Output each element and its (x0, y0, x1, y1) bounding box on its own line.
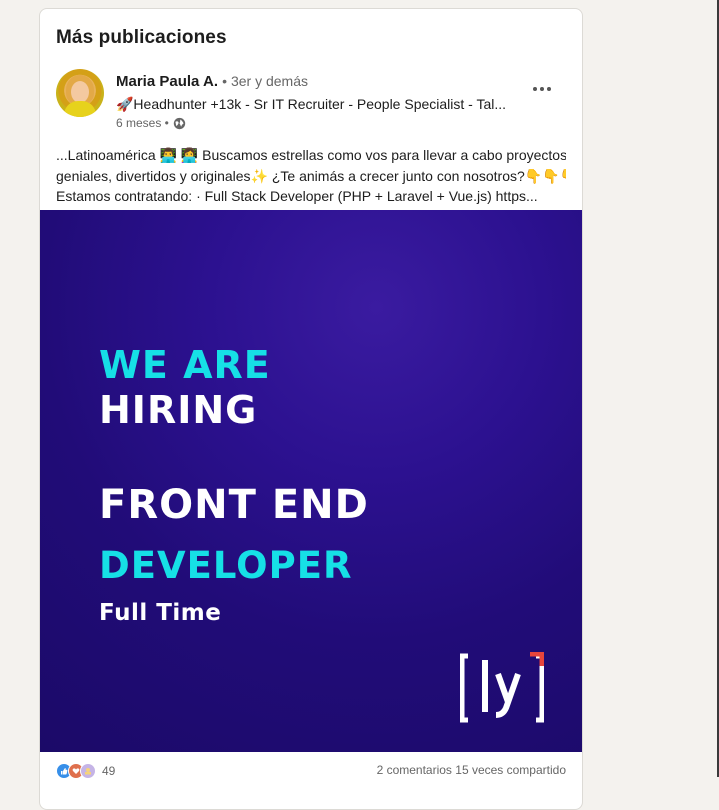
image-heading-hiring: HIRING (99, 388, 258, 432)
post-image[interactable]: WE ARE HIRING FRONT END DEVELOPER Full T… (40, 210, 582, 752)
section-title: Más publicaciones (56, 27, 227, 48)
brand-logo (459, 651, 545, 724)
post-text[interactable]: ...Latinoamérica 👨‍💻 👩‍💻 Buscamos estrel… (56, 145, 566, 207)
reactions-count: 49 (102, 764, 116, 778)
author-avatar[interactable] (56, 69, 104, 117)
post-meta: 6 meses • (116, 116, 186, 130)
author-headline: 🚀Headhunter +13k - Sr IT Recruiter - Peo… (116, 96, 507, 112)
image-heading-we-are: WE ARE (99, 343, 271, 387)
author-name[interactable]: Maria Paula A. (116, 73, 218, 90)
author-line: Maria Paula A. • 3er y demás (116, 73, 308, 90)
post-text-line: geniales, divertidos y originales✨ ¿Te a… (56, 167, 566, 184)
image-subheading-full-time: Full Time (99, 600, 222, 626)
post-text-line: Estamos contratando: · Full Stack Develo… (56, 188, 538, 204)
ellipsis-icon (533, 87, 537, 91)
connection-degree: • 3er y demás (222, 73, 308, 89)
post-text-line: ...Latinoamérica 👨‍💻 👩‍💻 Buscamos estrel… (56, 147, 566, 163)
globe-icon (173, 117, 186, 130)
image-heading-front-end: FRONT END (99, 482, 369, 528)
image-heading-developer: DEVELOPER (99, 544, 353, 587)
comments-shares-count[interactable]: 2 comentarios 15 veces compartido (377, 763, 566, 777)
social-counts: 49 2 comentarios 15 veces compartido (56, 761, 566, 779)
more-options-button[interactable] (528, 79, 556, 99)
post-time: 6 meses • (116, 116, 169, 130)
more-posts-card: Más publicaciones Maria Paula A. • 3er y… (39, 8, 583, 810)
